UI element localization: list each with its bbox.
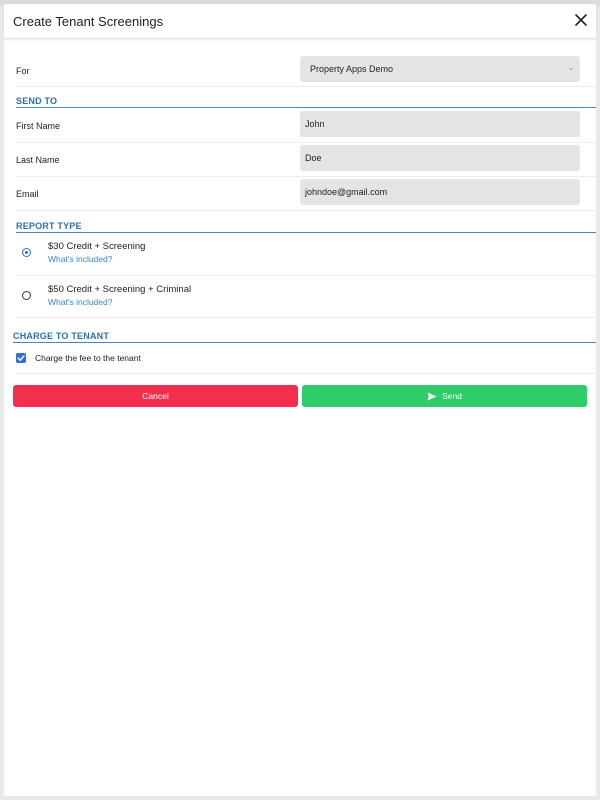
screen: Create Tenant Screenings For Property Ap… — [0, 0, 600, 800]
send-button[interactable]: Send — [302, 385, 587, 407]
last-name-label: Last Name — [16, 155, 60, 165]
charge-checkbox-label: Charge the fee to the tenant — [35, 353, 141, 363]
cancel-button[interactable]: Cancel — [13, 385, 298, 407]
first-name-input[interactable]: John — [300, 111, 580, 137]
close-button[interactable] — [574, 13, 588, 27]
whats-included-link[interactable]: What's included? — [48, 297, 112, 307]
last-name-row: Last Name Doe — [16, 143, 596, 177]
report-option-title: $30 Credit + Screening — [48, 241, 146, 252]
send-button-label: Send — [442, 391, 462, 401]
report-option-2[interactable]: $50 Credit + Screening + Criminal What's… — [16, 276, 596, 318]
cancel-button-label: Cancel — [142, 391, 169, 401]
email-label: Email — [16, 189, 39, 199]
whats-included-link[interactable]: What's included? — [48, 254, 112, 264]
email-row: Email johndoe@gmail.com — [16, 177, 596, 211]
modal-header: Create Tenant Screenings — [4, 4, 596, 39]
report-type-section-title: REPORT TYPE — [16, 221, 82, 231]
send-to-divider — [16, 107, 596, 108]
create-tenant-screenings-modal: Create Tenant Screenings For Property Ap… — [4, 4, 596, 796]
last-name-input[interactable]: Doe — [300, 145, 580, 171]
report-type-divider — [16, 232, 596, 233]
charge-section-title: CHARGE TO TENANT — [13, 331, 110, 341]
chevron-down-icon: ⌄ — [568, 65, 574, 72]
checkmark-icon — [17, 355, 25, 361]
for-label: For — [16, 66, 30, 76]
paper-plane-icon — [427, 392, 437, 400]
radio-selected-icon[interactable] — [22, 248, 31, 257]
charge-checkbox[interactable] — [16, 353, 26, 363]
first-name-label: First Name — [16, 121, 61, 131]
radio-unselected-icon[interactable] — [22, 291, 31, 300]
send-to-section-title: SEND TO — [16, 96, 58, 106]
first-name-row: First Name John — [16, 109, 596, 143]
report-option-title: $50 Credit + Screening + Criminal — [48, 284, 192, 295]
close-icon — [575, 14, 587, 26]
for-row: For Property Apps Demo ⌄ — [16, 54, 596, 87]
email-input[interactable]: johndoe@gmail.com — [300, 179, 580, 205]
report-option-1[interactable]: $30 Credit + Screening What's included? — [16, 234, 596, 276]
charge-divider — [13, 342, 596, 343]
property-select[interactable]: Property Apps Demo ⌄ — [300, 56, 580, 82]
property-select-value: Property Apps Demo — [310, 64, 394, 74]
modal-title: Create Tenant Screenings — [13, 14, 164, 29]
charge-row: Charge the fee to the tenant — [16, 344, 596, 374]
